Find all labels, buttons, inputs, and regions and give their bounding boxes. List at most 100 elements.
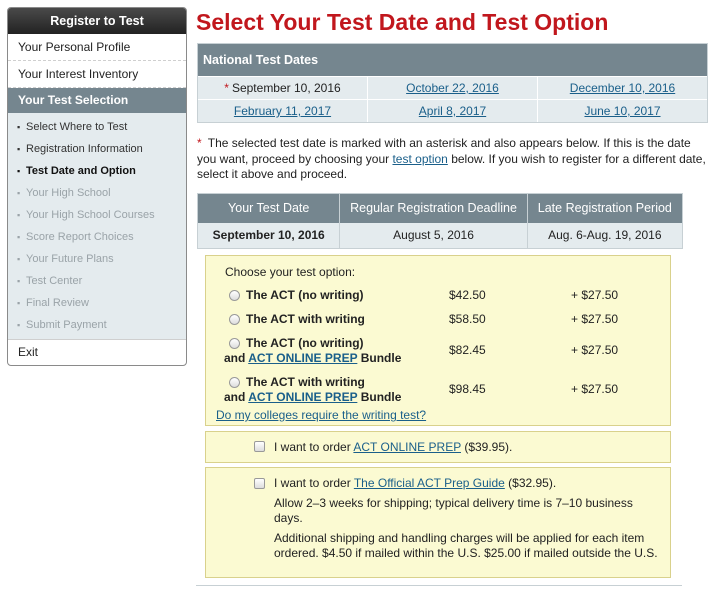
bundle-suffix: Bundle: [360, 390, 402, 404]
addon-prefix: I want to order: [274, 440, 351, 454]
date-link[interactable]: December 10, 2016: [570, 81, 675, 95]
option-bundle-line: and ACT ONLINE PREP Bundle: [224, 351, 401, 366]
act-online-prep-link[interactable]: ACT ONLINE PREP: [353, 440, 461, 454]
date-link[interactable]: June 10, 2017: [584, 104, 660, 118]
checkbox[interactable]: [254, 441, 265, 452]
dates-row: * September 10, 2016 October 22, 2016 Dec…: [198, 76, 707, 99]
option-price: $42.50: [449, 288, 486, 302]
subnav-label: Your Future Plans: [26, 253, 114, 265]
column-header: Your Test Date: [198, 194, 341, 223]
bullet-icon: ▪: [17, 320, 21, 330]
divider: [196, 585, 682, 586]
addon-line: I want to order The Official ACT Prep Gu…: [274, 476, 659, 492]
option-late-fee: + $27.50: [571, 343, 619, 357]
date-cell-selected: * September 10, 2016: [198, 77, 368, 99]
sidebar-item-test-selection[interactable]: Your Test Selection: [8, 88, 186, 113]
sidebar-item-personal-profile[interactable]: Your Personal Profile: [8, 34, 186, 61]
date-instructions: * The selected test date is marked with …: [197, 136, 709, 183]
test-option-box: Choose your test option: The ACT (no wri…: [205, 255, 671, 426]
subnav-item-test-center: ▪ Test Center: [8, 270, 186, 292]
date-cell: June 10, 2017: [538, 100, 707, 122]
sidebar-item-exit[interactable]: Exit: [8, 339, 186, 364]
bundle-prefix: and: [224, 351, 246, 365]
subnav-label: Select Where to Test: [26, 121, 128, 133]
option-label: The ACT with writing: [246, 375, 365, 389]
subnav-item-final-review: ▪ Final Review: [8, 292, 186, 314]
asterisk-marker: *: [224, 81, 229, 95]
option-label: The ACT with writing: [246, 312, 365, 326]
subnav-item-registration-info[interactable]: ▪ Registration Information: [8, 138, 186, 160]
date-link[interactable]: October 22, 2016: [406, 81, 499, 95]
sidebar-nav: Register to Test Your Personal Profile Y…: [7, 7, 187, 366]
addon-prep-guide-box: I want to order The Official ACT Prep Gu…: [205, 467, 671, 578]
subnav-label: Registration Information: [26, 143, 143, 155]
subnav-item-submit-payment: ▪ Submit Payment: [8, 314, 186, 336]
dates-row: February 11, 2017 April 8, 2017 June 10,…: [198, 99, 707, 122]
sidebar-header: Register to Test: [8, 8, 186, 34]
option-price: $58.50: [449, 312, 486, 326]
date-link[interactable]: February 11, 2017: [234, 104, 331, 118]
bullet-icon: ▪: [17, 232, 21, 242]
addon-online-prep-box: I want to order ACT ONLINE PREP ($39.95)…: [205, 431, 671, 463]
subnav-label: Test Center: [26, 275, 83, 287]
bullet-icon: ▪: [17, 122, 21, 132]
option-bundle-line: and ACT ONLINE PREP Bundle: [224, 390, 401, 405]
selected-date-label: September 10, 2016: [231, 81, 341, 95]
addon-text: I want to order ACT ONLINE PREP ($39.95)…: [274, 440, 659, 456]
subnav-label: Your High School Courses: [26, 209, 155, 221]
asterisk-marker: *: [197, 136, 202, 150]
addon-price: ($39.95).: [464, 440, 513, 454]
table-cell: Aug. 6-Aug. 19, 2016: [548, 228, 662, 242]
test-option-link[interactable]: test option: [392, 152, 447, 166]
subnav-label: Test Date and Option: [26, 165, 136, 177]
column-header: Regular Registration Deadline: [340, 194, 528, 223]
subnav-label: Final Review: [26, 297, 89, 309]
date-cell: December 10, 2016: [538, 77, 707, 99]
bundle-prefix: and: [224, 390, 246, 404]
date-cell: April 8, 2017: [368, 100, 538, 122]
column-header: Late Registration Period: [537, 201, 672, 215]
bullet-icon: ▪: [17, 210, 21, 220]
options-label: Choose your test option:: [225, 265, 356, 279]
option-price: $98.45: [449, 382, 486, 396]
option-label: The ACT (no writing): [246, 288, 364, 302]
table-cell: August 5, 2016: [340, 223, 528, 248]
subnav-item-future-plans: ▪ Your Future Plans: [8, 248, 186, 270]
radio-button[interactable]: [229, 377, 240, 388]
selected-date-row: September 10, 2016 August 5, 2016 Aug. 6…: [198, 223, 682, 248]
date-cell: October 22, 2016: [368, 77, 538, 99]
subnav-item-high-school: ▪ Your High School: [8, 182, 186, 204]
subnav-item-test-date-option[interactable]: ▪ Test Date and Option: [8, 160, 186, 182]
option-late-fee: + $27.50: [571, 288, 619, 302]
date-cell: February 11, 2017: [198, 100, 368, 122]
table-cell: September 10, 2016: [198, 223, 341, 248]
selected-date-table: Your Test Date Regular Registration Dead…: [197, 193, 683, 249]
prep-guide-link[interactable]: The Official ACT Prep Guide: [354, 476, 505, 490]
act-online-prep-link[interactable]: ACT ONLINE PREP: [248, 351, 357, 365]
bullet-icon: ▪: [17, 144, 21, 154]
checkbox[interactable]: [254, 478, 265, 489]
radio-button[interactable]: [229, 314, 240, 325]
dates-table-header: National Test Dates: [198, 44, 707, 76]
sidebar-item-interest-inventory[interactable]: Your Interest Inventory: [8, 61, 186, 88]
subnav-item-select-where[interactable]: ▪ Select Where to Test: [8, 116, 186, 138]
subnav-item-score-report: ▪ Score Report Choices: [8, 226, 186, 248]
subnav-label: Score Report Choices: [26, 231, 134, 243]
radio-button[interactable]: [229, 290, 240, 301]
writing-test-link[interactable]: Do my colleges require the writing test?: [216, 408, 426, 422]
bullet-icon: ▪: [17, 166, 21, 176]
shipping-note: Allow 2–3 weeks for shipping; typical de…: [274, 495, 633, 526]
addon-prefix: I want to order: [274, 476, 351, 490]
bullet-icon: ▪: [17, 254, 21, 264]
bullet-icon: ▪: [17, 298, 21, 308]
option-label: The ACT (no writing): [246, 336, 364, 350]
date-link[interactable]: April 8, 2017: [419, 104, 486, 118]
bundle-suffix: Bundle: [360, 351, 402, 365]
handling-note: Additional shipping and handling charges…: [274, 530, 658, 561]
subnav-item-high-school-courses: ▪ Your High School Courses: [8, 204, 186, 226]
addon-text: I want to order The Official ACT Prep Gu…: [274, 476, 659, 566]
bullet-icon: ▪: [17, 188, 21, 198]
selected-date-header: Your Test Date Regular Registration Dead…: [198, 194, 682, 223]
radio-button[interactable]: [229, 338, 240, 349]
act-online-prep-link[interactable]: ACT ONLINE PREP: [248, 390, 357, 404]
